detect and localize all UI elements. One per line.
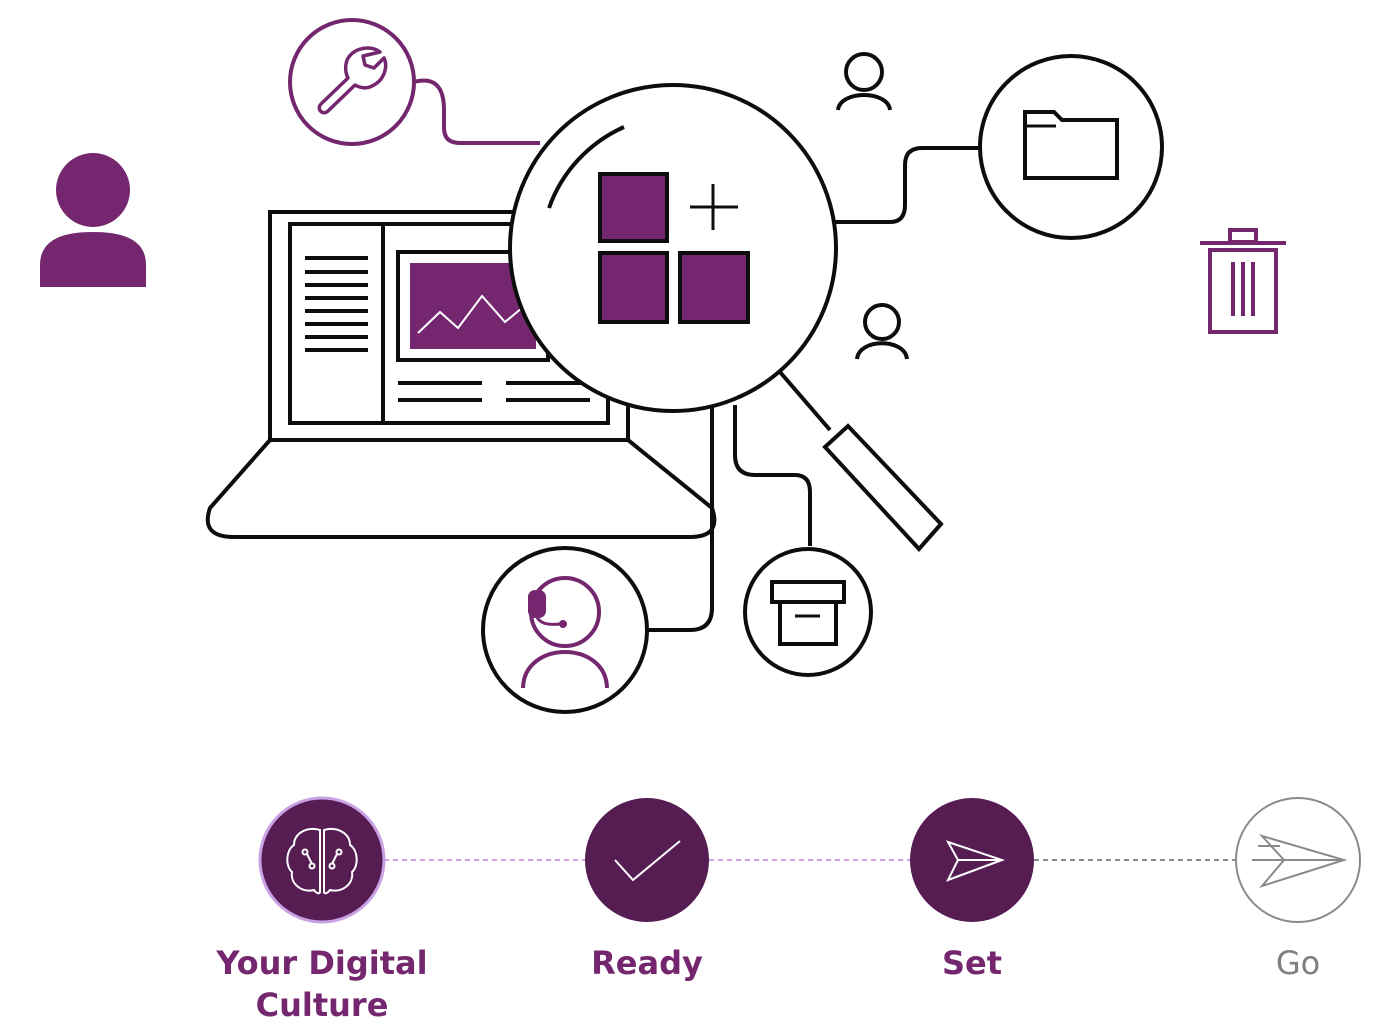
magnifier-icon bbox=[508, 83, 838, 413]
step-label-ready: Ready bbox=[591, 944, 703, 982]
folder-icon bbox=[978, 54, 1164, 240]
headset-support-icon bbox=[481, 546, 649, 714]
wrench-cable bbox=[413, 78, 540, 145]
wrench-icon bbox=[288, 18, 416, 146]
step-label-your-digital-culture: Your Digital Culture bbox=[216, 944, 428, 1024]
step-set[interactable] bbox=[910, 798, 1034, 922]
magnifier-handle bbox=[778, 370, 944, 552]
step-label-go: Go bbox=[1275, 944, 1321, 982]
step-your-digital-culture[interactable] bbox=[258, 796, 386, 924]
trash-icon bbox=[1200, 228, 1286, 334]
step-ready[interactable] bbox=[585, 798, 709, 922]
user-avatar-icon bbox=[40, 153, 146, 287]
support-cable bbox=[648, 405, 714, 632]
archive-cable bbox=[733, 405, 812, 546]
step-go[interactable] bbox=[1235, 797, 1361, 923]
user-icon bbox=[836, 52, 892, 111]
user-icon bbox=[855, 303, 909, 360]
step-label-set: Set bbox=[941, 944, 1003, 982]
folder-cable bbox=[835, 146, 980, 224]
illustration-canvas bbox=[40, 18, 1361, 924]
archive-box-icon bbox=[743, 547, 873, 677]
